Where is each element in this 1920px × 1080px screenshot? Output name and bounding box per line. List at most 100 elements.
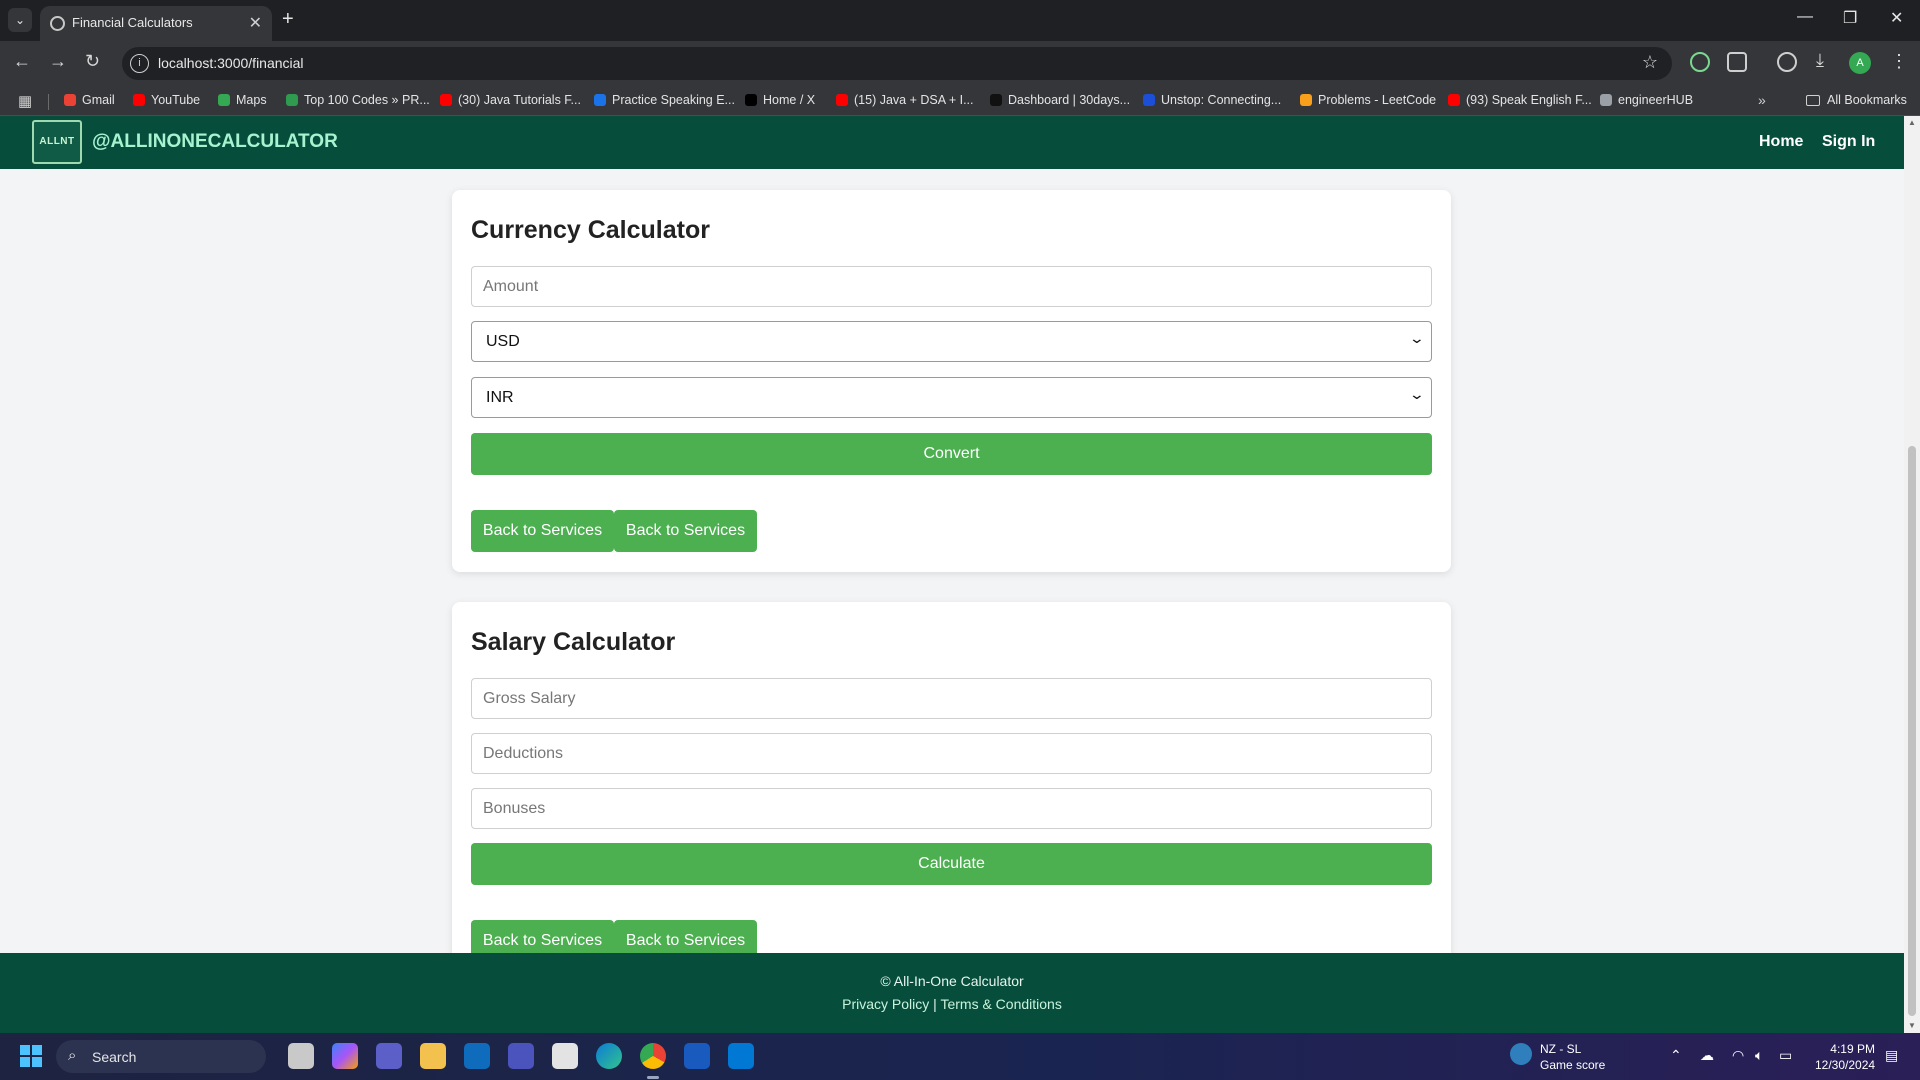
bookmark-item[interactable]: Gmail bbox=[64, 93, 115, 107]
nav-link-sign-in[interactable]: Sign In bbox=[1822, 133, 1875, 151]
site-brand[interactable]: @ALLINONECALCULATOR bbox=[92, 131, 338, 153]
address-url[interactable]: localhost:3000/financial bbox=[158, 55, 304, 71]
back-arrow-icon[interactable]: ← bbox=[13, 51, 31, 72]
bookmark-item[interactable]: engineerHUB bbox=[1600, 93, 1693, 107]
extension-icon[interactable] bbox=[1690, 52, 1710, 72]
volume-icon[interactable]: 🔈︎ bbox=[1755, 1047, 1763, 1064]
bookmark-item[interactable]: Practice Speaking E... bbox=[594, 93, 735, 107]
bookmark-item[interactable]: Unstop: Connecting... bbox=[1143, 93, 1281, 107]
profile-avatar[interactable]: A bbox=[1849, 52, 1871, 74]
weather-widget[interactable]: NZ - SL Game score bbox=[1540, 1041, 1605, 1073]
word-icon[interactable] bbox=[684, 1043, 710, 1069]
minimize-icon[interactable]: — bbox=[1797, 8, 1813, 26]
bookmark-item[interactable]: Top 100 Codes » PR... bbox=[286, 93, 430, 107]
globe-icon bbox=[50, 16, 65, 31]
task-view-icon[interactable] bbox=[288, 1043, 314, 1069]
wifi-icon[interactable]: ◠ bbox=[1732, 1047, 1744, 1064]
bookmark-item[interactable]: Maps bbox=[218, 93, 267, 107]
bookmark-label: Top 100 Codes » PR... bbox=[304, 93, 430, 107]
bookmark-item[interactable]: (15) Java + DSA + I... bbox=[836, 93, 974, 107]
bookmark-favicon-icon bbox=[1600, 94, 1612, 106]
show-hidden-icons-icon[interactable]: ⌃ bbox=[1670, 1047, 1682, 1064]
scroll-up-arrow-icon[interactable]: ▲ bbox=[1908, 118, 1916, 127]
notifications-icon[interactable]: ▤ bbox=[1885, 1047, 1898, 1064]
apps-grid-icon[interactable]: ▦ bbox=[18, 92, 32, 110]
to-currency-select[interactable]: INR ⌄ bbox=[471, 377, 1432, 418]
outlook-icon[interactable] bbox=[464, 1043, 490, 1069]
currency-calculator-title: Currency Calculator bbox=[471, 216, 710, 244]
bookmark-label: (93) Speak English F... bbox=[1466, 93, 1592, 107]
site-navbar: ALLNT @ALLINONECALCULATOR Home Sign In bbox=[0, 116, 1904, 169]
site-logo[interactable]: ALLNT bbox=[32, 120, 82, 164]
convert-button[interactable]: Convert bbox=[471, 433, 1432, 475]
scroll-down-arrow-icon[interactable]: ▼ bbox=[1908, 1021, 1916, 1030]
weather-widget-icon[interactable] bbox=[1510, 1043, 1532, 1065]
bookmark-star-icon[interactable]: ☆ bbox=[1642, 52, 1658, 73]
more-bookmarks-icon[interactable]: » bbox=[1758, 92, 1766, 108]
taskbar-search-label: Search bbox=[92, 1049, 137, 1065]
bookmark-item[interactable]: YouTube bbox=[133, 93, 200, 107]
restore-icon[interactable]: ❐ bbox=[1843, 8, 1857, 28]
gross-salary-input[interactable] bbox=[471, 678, 1432, 719]
bookmark-item[interactable]: Problems - LeetCode bbox=[1300, 93, 1436, 107]
windows-taskbar: ⌕ Search NZ - SL Game score ⌃ ☁ ◠ 🔈︎ ▭ 4… bbox=[0, 1033, 1920, 1080]
page-scrollbar[interactable]: ▲ ▼ bbox=[1904, 116, 1920, 1033]
file-explorer-icon[interactable] bbox=[420, 1043, 446, 1069]
bookmark-favicon-icon bbox=[594, 94, 606, 106]
tab-close-icon[interactable]: ✕ bbox=[249, 13, 262, 33]
active-app-indicator bbox=[647, 1076, 659, 1079]
salary-calculator-card: Salary Calculator Calculate Back to Serv… bbox=[452, 602, 1451, 1002]
back-to-services-button-2[interactable]: Back to Services bbox=[614, 510, 757, 552]
window-close-icon[interactable]: ✕ bbox=[1890, 8, 1903, 28]
copilot-icon[interactable] bbox=[332, 1043, 358, 1069]
app-icon[interactable] bbox=[508, 1043, 534, 1069]
site-info-icon[interactable]: i bbox=[130, 54, 149, 73]
site-footer: © All-In-One Calculator Privacy Policy |… bbox=[0, 953, 1904, 1033]
taskbar-search[interactable]: ⌕ Search bbox=[56, 1040, 266, 1073]
bookmark-label: Problems - LeetCode bbox=[1318, 93, 1437, 107]
bookmark-item[interactable]: Dashboard | 30days... bbox=[990, 93, 1130, 107]
bookmark-item[interactable]: (30) Java Tutorials F... bbox=[440, 93, 581, 107]
system-clock[interactable]: 4:19 PM 12/30/2024 bbox=[1815, 1041, 1875, 1073]
from-currency-select[interactable]: USD ⌄ bbox=[471, 321, 1432, 362]
address-bar[interactable]: i localhost:3000/financial ☆ bbox=[122, 47, 1672, 80]
extensions-puzzle-icon[interactable] bbox=[1727, 52, 1747, 72]
store-icon[interactable] bbox=[552, 1043, 578, 1069]
edge-icon[interactable] bbox=[596, 1043, 622, 1069]
bookmark-item[interactable]: Home / X bbox=[745, 93, 815, 107]
windows-start-icon[interactable] bbox=[20, 1045, 42, 1067]
calculate-button[interactable]: Calculate bbox=[471, 843, 1432, 885]
bookmark-label: Unstop: Connecting... bbox=[1161, 93, 1282, 107]
terms-link[interactable]: Terms & Conditions bbox=[940, 996, 1061, 1012]
chevron-down-icon: ⌄ bbox=[1408, 386, 1426, 402]
performance-icon[interactable] bbox=[1777, 52, 1797, 72]
reload-icon[interactable]: ↻ bbox=[85, 51, 100, 72]
currency-calculator-card: Currency Calculator USD ⌄ INR ⌄ Convert … bbox=[452, 190, 1451, 572]
forward-arrow-icon[interactable]: → bbox=[49, 51, 67, 72]
clock-date: 12/30/2024 bbox=[1815, 1058, 1876, 1072]
new-tab-icon[interactable]: + bbox=[282, 8, 294, 31]
vscode-icon[interactable] bbox=[728, 1043, 754, 1069]
back-to-services-button[interactable]: Back to Services bbox=[471, 510, 614, 552]
chrome-icon[interactable] bbox=[640, 1043, 666, 1069]
bookmark-favicon-icon bbox=[745, 94, 757, 106]
bookmark-favicon-icon bbox=[218, 94, 230, 106]
onedrive-icon[interactable]: ☁ bbox=[1700, 1047, 1714, 1064]
browser-tab-strip: ⌄ Financial Calculators ✕ + — ❐ ✕ bbox=[0, 0, 1920, 41]
all-bookmarks-button[interactable]: All Bookmarks bbox=[1806, 93, 1907, 107]
bonuses-input[interactable] bbox=[471, 788, 1432, 829]
scrollbar-thumb[interactable] bbox=[1908, 446, 1916, 1016]
amount-input[interactable] bbox=[471, 266, 1432, 307]
teams-icon[interactable] bbox=[376, 1043, 402, 1069]
bookmark-item[interactable]: (93) Speak English F... bbox=[1448, 93, 1592, 107]
deductions-input[interactable] bbox=[471, 733, 1432, 774]
bookmark-favicon-icon bbox=[990, 94, 1002, 106]
browser-menu-icon[interactable]: ⋮ bbox=[1890, 51, 1908, 72]
browser-tab-active[interactable]: Financial Calculators ✕ bbox=[40, 6, 272, 41]
battery-icon[interactable]: ▭ bbox=[1779, 1047, 1792, 1064]
tab-search-chevron-icon[interactable]: ⌄ bbox=[8, 8, 32, 32]
footer-links: Privacy Policy | Terms & Conditions bbox=[0, 996, 1904, 1012]
nav-link-home[interactable]: Home bbox=[1759, 133, 1803, 151]
privacy-policy-link[interactable]: Privacy Policy bbox=[842, 996, 929, 1012]
download-icon[interactable]: ⤓ bbox=[1816, 50, 1824, 71]
